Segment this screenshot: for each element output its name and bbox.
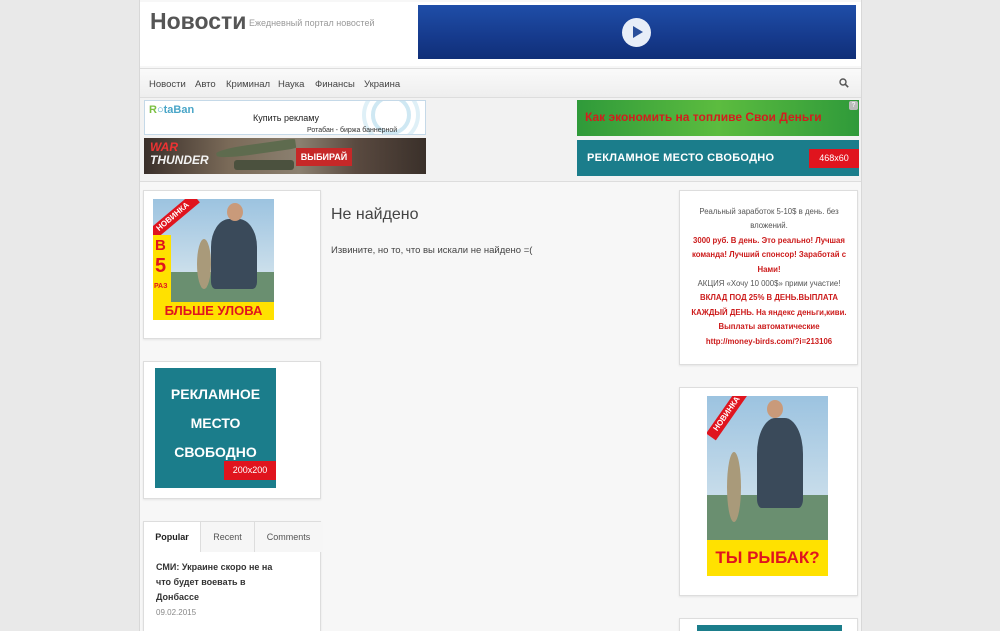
fuel-ad-banner[interactable]: Как экономить на топливе Свои Деньги ? [577,100,859,136]
fishing-banner-1[interactable]: НОВИНКА В 5 РАЗ БЛЬШЕ УЛОВА [153,199,274,320]
play-icon[interactable] [622,18,651,47]
ad-468-size-badge: 468x60 [809,149,859,168]
rotaban-banner[interactable]: R○taBan Купить рекламу Ротабан - биржа б… [144,100,426,135]
ad-468-text: РЕКЛАМНОЕ МЕСТО СВОБОДНО [587,152,775,164]
warthunder-banner[interactable]: WAR THUNDER ВЫБИРАЙ [144,138,426,174]
fishing-banner-caption: БЛЬШЕ УЛОВА [153,302,274,320]
tab-comments[interactable]: Comments [255,522,322,552]
page-title: Не найдено [331,206,419,223]
left-widget-ad-200: РЕКЛАМНОЕ МЕСТО СВОБОДНО 200x200 [143,361,321,499]
rotaban-title: Купить рекламу [253,113,320,123]
popular-post-date: 09.02.2015 [156,608,197,617]
left-widget-tabs: Popular Recent Comments СМИ: Украине ско… [143,521,322,631]
ad-468-banner[interactable]: РЕКЛАМНОЕ МЕСТО СВОБОДНО 468x60 [577,140,859,176]
warthunder-button[interactable]: ВЫБИРАЙ [296,148,352,166]
ad-info-icon[interactable]: ? [849,101,858,110]
page-container: Новости Ежедневный портал новостей Новос… [139,0,862,631]
site-header: Новости Ежедневный портал новостей [140,2,861,66]
nav-item-science[interactable]: Наука [278,79,304,90]
tab-popular[interactable]: Popular [144,522,201,552]
tab-bar: Popular Recent Comments [144,522,322,552]
fish-image [197,239,211,289]
nav-item-news[interactable]: Новости [149,79,186,90]
promo-line-1[interactable]: Реальный заработок 5-10$ в день. без вло… [688,205,850,234]
not-found-message: Извините, но то, что вы искали не найден… [331,245,533,256]
video-ad[interactable] [418,5,856,59]
nav-item-ukraine[interactable]: Украина [364,79,400,90]
fish-image [727,452,741,522]
fisherman-image [757,418,803,508]
main-nav: Новости Авто Криминал Наука Финансы Укра… [140,68,861,98]
site-description: Ежедневный портал новостей [249,18,375,28]
warthunder-logo: WAR THUNDER [150,140,209,167]
fisherman-image [211,219,257,289]
site-title[interactable]: Новости [150,8,246,35]
promo-line-5[interactable]: http://money-birds.com/?i=213106 [688,335,850,349]
right-widget-promo: Реальный заработок 5-10$ в день. без вло… [679,190,858,365]
promo-line-4[interactable]: ВКЛАД ПОД 25% В ДЕНЬ.ВЫПЛАТА КАЖДЫЙ ДЕНЬ… [688,291,850,334]
left-widget-fishing: НОВИНКА В 5 РАЗ БЛЬШЕ УЛОВА [143,190,321,339]
rotaban-logo: R○taBan [149,104,195,116]
rotaban-subtitle: Ротабан - биржа баннерной рекламы [307,127,398,134]
plane-icon [215,138,297,160]
ad-banner-partial[interactable] [697,625,842,631]
right-widget-fishing: НОВИНКА ТЫ РЫБАК? [679,387,858,596]
tab-recent[interactable]: Recent [201,522,255,552]
promo-line-2[interactable]: 3000 руб. В день. Это реально! Лучшая ко… [688,234,850,277]
ad-200-line-1: РЕКЛАМНОЕ [170,386,261,402]
nav-item-finance[interactable]: Финансы [315,79,355,90]
popular-post-title[interactable]: СМИ: Украине скоро не на что будет воева… [156,560,286,605]
tank-icon [234,160,294,170]
promo-line-3[interactable]: АКЦИЯ «Хочу 10 000$» прими участие! [688,277,850,291]
fishing-banner-caption: ТЫ РЫБАК? [707,540,828,576]
fuel-ad-text: Как экономить на топливе Свои Деньги [585,110,822,124]
fishing-banner-2[interactable]: НОВИНКА ТЫ РЫБАК? [707,396,828,576]
ad-200-banner[interactable]: РЕКЛАМНОЕ МЕСТО СВОБОДНО 200x200 [155,368,276,488]
right-widget-partial [679,618,858,631]
ad-200-line-2: МЕСТО [190,415,241,431]
banner-zone: R○taBan Купить рекламу Ротабан - биржа б… [140,98,861,182]
ad-200-size-badge: 200x200 [224,461,276,480]
promo-text-block: Реальный заработок 5-10$ в день. без вло… [688,205,850,349]
search-icon[interactable] [839,78,849,88]
nav-item-auto[interactable]: Авто [195,79,216,90]
nav-item-crime[interactable]: Криминал [226,79,270,90]
